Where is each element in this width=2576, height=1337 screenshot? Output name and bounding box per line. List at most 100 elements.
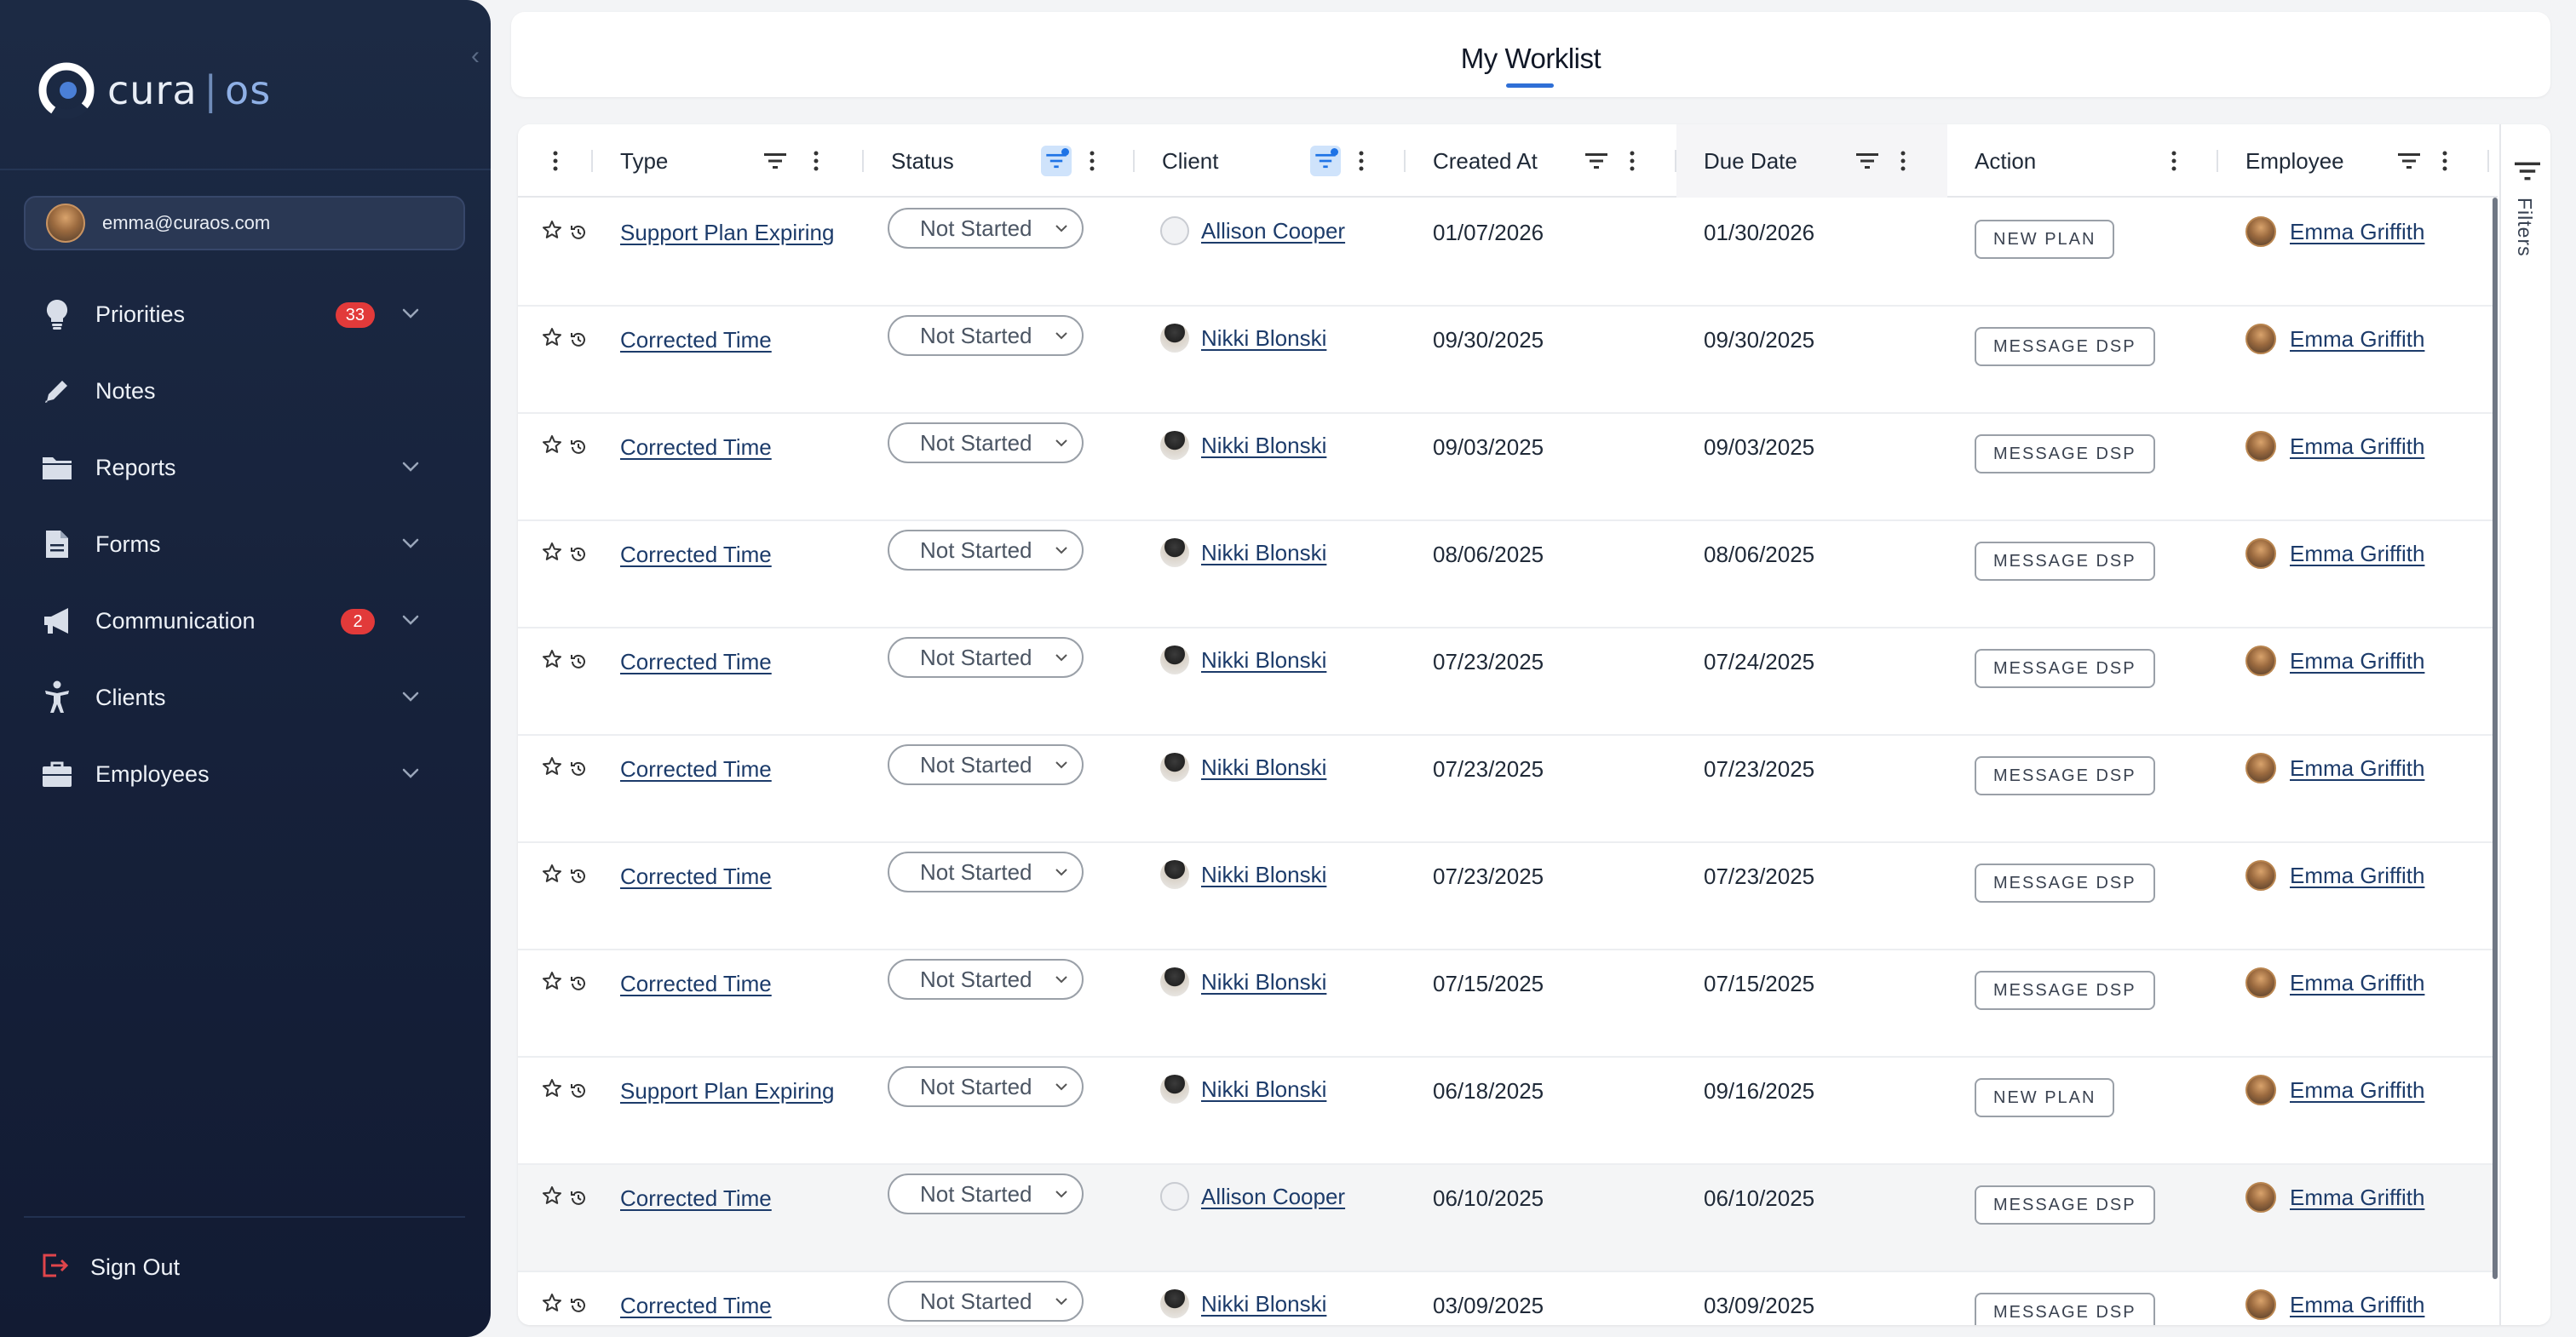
status-select[interactable]: Not Started <box>888 1281 1084 1322</box>
row-action-button[interactable]: MESSAGE DSP <box>1975 542 2155 581</box>
row-action-button[interactable]: NEW PLAN <box>1975 220 2115 259</box>
status-select[interactable]: Not Started <box>888 1066 1084 1107</box>
history-icon[interactable] <box>569 330 588 349</box>
client-link[interactable]: Nikki Blonski <box>1201 325 1326 352</box>
task-type-link[interactable]: Corrected Time <box>620 649 772 675</box>
column-header-created-at[interactable]: Created At <box>1406 124 1676 198</box>
table-row[interactable]: Corrected Time Not Started Nikki Blonski 07… <box>518 628 2498 736</box>
client-link[interactable]: Allison Cooper <box>1201 218 1345 244</box>
sign-out-button[interactable]: Sign Out <box>39 1243 180 1291</box>
status-select[interactable]: Not Started <box>888 1173 1084 1214</box>
history-icon[interactable] <box>569 652 588 671</box>
row-action-button[interactable]: MESSAGE DSP <box>1975 864 2155 903</box>
row-action-button[interactable]: MESSAGE DSP <box>1975 756 2155 795</box>
star-icon[interactable] <box>542 220 562 240</box>
history-icon[interactable] <box>569 1189 588 1208</box>
column-menu-icon[interactable] <box>1624 146 1641 176</box>
client-link[interactable]: Allison Cooper <box>1201 1184 1345 1210</box>
sidebar-item-priorities[interactable]: Priorities 33 <box>0 276 491 353</box>
status-select[interactable]: Not Started <box>888 852 1084 892</box>
table-row[interactable]: Corrected Time Not Started Nikki Blonski 08… <box>518 521 2498 628</box>
history-icon[interactable] <box>569 760 588 778</box>
collapse-sidebar-icon[interactable]: ‹ <box>463 43 487 69</box>
sidebar-item-forms[interactable]: Forms <box>0 506 491 582</box>
star-icon[interactable] <box>542 756 562 777</box>
row-action-button[interactable]: MESSAGE DSP <box>1975 434 2155 473</box>
history-icon[interactable] <box>569 438 588 456</box>
employee-link[interactable]: Emma Griffith <box>2290 1077 2424 1104</box>
column-header-due-date[interactable]: Due Date <box>1676 124 1947 198</box>
task-type-link[interactable]: Corrected Time <box>620 327 772 353</box>
sidebar-item-communication[interactable]: Communication 2 <box>0 582 491 659</box>
client-link[interactable]: Nikki Blonski <box>1201 1291 1326 1317</box>
column-menu-icon[interactable] <box>1353 146 1370 176</box>
star-icon[interactable] <box>542 649 562 669</box>
task-type-link[interactable]: Corrected Time <box>620 542 772 568</box>
table-row[interactable]: Support Plan Expiring Not Started Allison … <box>518 199 2498 307</box>
sidebar-item-notes[interactable]: Notes <box>0 353 491 429</box>
employee-link[interactable]: Emma Griffith <box>2290 1292 2424 1318</box>
row-action-button[interactable]: NEW PLAN <box>1975 1078 2115 1117</box>
column-header-employee[interactable]: Employee <box>2218 124 2489 198</box>
client-link[interactable]: Nikki Blonski <box>1201 969 1326 996</box>
employee-link[interactable]: Emma Griffith <box>2290 755 2424 782</box>
table-row[interactable]: Corrected Time Not Started Allison Cooper 0… <box>518 1165 2498 1272</box>
vertical-scrollbar[interactable] <box>2493 198 2498 1279</box>
client-link[interactable]: Nikki Blonski <box>1201 540 1326 566</box>
task-type-link[interactable]: Support Plan Expiring <box>620 220 834 246</box>
column-header-status[interactable]: Status <box>864 124 1135 198</box>
star-icon[interactable] <box>542 327 562 347</box>
task-type-link[interactable]: Support Plan Expiring <box>620 1078 834 1105</box>
column-header-type[interactable]: Type <box>593 124 864 198</box>
column-header-action[interactable]: Action <box>1947 124 2218 198</box>
history-icon[interactable] <box>569 867 588 886</box>
star-icon[interactable] <box>542 1078 562 1099</box>
chevron-down-icon[interactable] <box>399 761 423 785</box>
employee-link[interactable]: Emma Griffith <box>2290 970 2424 996</box>
status-select[interactable]: Not Started <box>888 959 1084 1000</box>
column-menu-icon[interactable] <box>808 146 825 176</box>
history-icon[interactable] <box>569 223 588 242</box>
chevron-down-icon[interactable] <box>399 455 423 479</box>
history-icon[interactable] <box>569 545 588 564</box>
client-link[interactable]: Nikki Blonski <box>1201 1076 1326 1103</box>
task-type-link[interactable]: Corrected Time <box>620 756 772 783</box>
client-link[interactable]: Nikki Blonski <box>1201 433 1326 459</box>
table-row[interactable]: Corrected Time Not Started Nikki Blonski 07… <box>518 843 2498 950</box>
chevron-down-icon[interactable] <box>399 685 423 709</box>
chevron-down-icon[interactable] <box>399 608 423 632</box>
filter-active-icon[interactable] <box>1310 146 1341 176</box>
table-row[interactable]: Corrected Time Not Started Nikki Blonski 03… <box>518 1272 2498 1325</box>
column-menu-icon[interactable] <box>2436 146 2453 176</box>
history-icon[interactable] <box>569 974 588 993</box>
star-icon[interactable] <box>542 542 562 562</box>
row-action-button[interactable]: MESSAGE DSP <box>1975 327 2155 366</box>
client-link[interactable]: Nikki Blonski <box>1201 647 1326 674</box>
filters-panel-toggle[interactable]: Filters <box>2499 124 2550 1325</box>
employee-link[interactable]: Emma Griffith <box>2290 433 2424 460</box>
history-icon[interactable] <box>569 1082 588 1100</box>
star-icon[interactable] <box>542 1293 562 1313</box>
user-account-pill[interactable]: emma@curaos.com <box>24 196 465 250</box>
table-row[interactable]: Corrected Time Not Started Nikki Blonski 09… <box>518 307 2498 414</box>
table-row[interactable]: Corrected Time Not Started Nikki Blonski 07… <box>518 736 2498 843</box>
star-icon[interactable] <box>542 864 562 884</box>
sidebar-item-reports[interactable]: Reports <box>0 429 491 506</box>
task-type-link[interactable]: Corrected Time <box>620 1185 772 1212</box>
star-icon[interactable] <box>542 971 562 991</box>
client-link[interactable]: Nikki Blonski <box>1201 862 1326 888</box>
star-icon[interactable] <box>542 434 562 455</box>
task-type-link[interactable]: Corrected Time <box>620 971 772 997</box>
column-header-client[interactable]: Client <box>1135 124 1406 198</box>
status-select[interactable]: Not Started <box>888 530 1084 571</box>
column-menu-icon[interactable] <box>1084 146 1101 176</box>
table-row[interactable]: Corrected Time Not Started Nikki Blonski 07… <box>518 950 2498 1058</box>
chevron-down-icon[interactable] <box>399 301 423 325</box>
star-icon[interactable] <box>542 1185 562 1206</box>
task-type-link[interactable]: Corrected Time <box>620 434 772 461</box>
sidebar-item-clients[interactable]: Clients <box>0 659 491 736</box>
employee-link[interactable]: Emma Griffith <box>2290 541 2424 567</box>
status-select[interactable]: Not Started <box>888 208 1084 249</box>
task-type-link[interactable]: Corrected Time <box>620 864 772 890</box>
status-select[interactable]: Not Started <box>888 637 1084 678</box>
